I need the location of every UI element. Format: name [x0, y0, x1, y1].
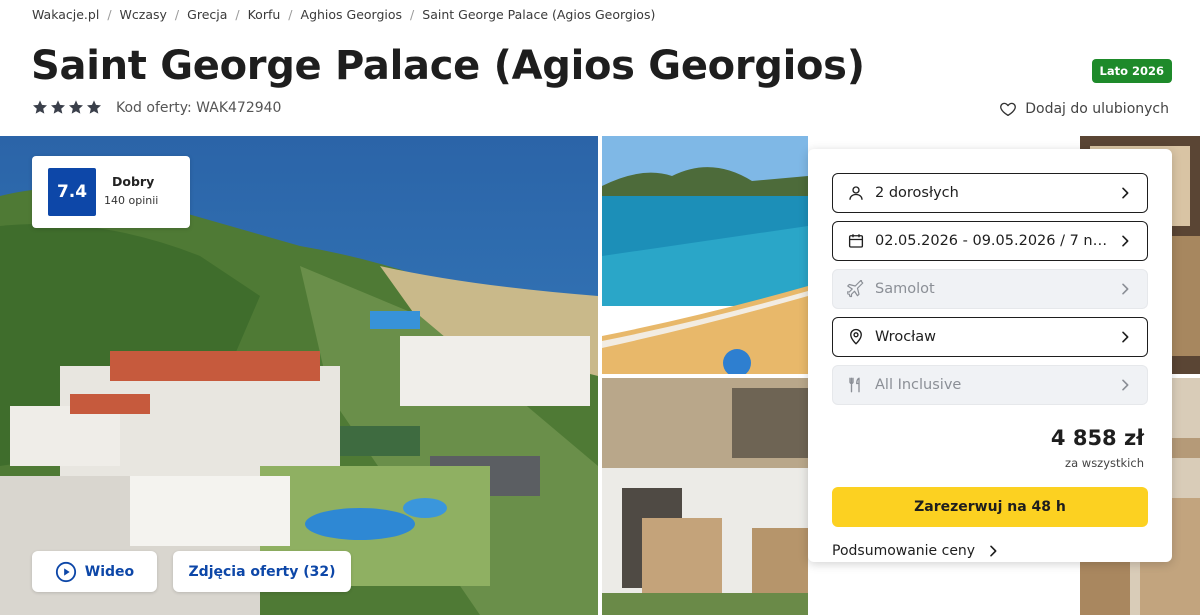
calendar-icon — [848, 234, 864, 248]
star-icon — [87, 100, 101, 114]
transport-value: Samolot — [875, 281, 935, 297]
breadcrumb-item-korfu[interactable]: Korfu — [248, 7, 281, 22]
apartment-photo[interactable] — [602, 378, 808, 615]
chevron-right-icon — [1122, 331, 1129, 343]
beach-photo[interactable] — [602, 136, 808, 374]
play-icon — [55, 561, 76, 582]
season-badge: Lato 2026 — [1091, 59, 1172, 83]
rating-card[interactable]: 7.4 Dobry 140 opinii — [32, 156, 190, 228]
dates-select[interactable]: 02.05.2026 - 09.05.2026 / 7 nocy — [832, 221, 1148, 261]
departure-city-select[interactable]: Wrocław — [832, 317, 1148, 357]
departure-city-value: Wrocław — [875, 329, 937, 345]
reviews-count: 140 opinii — [104, 194, 159, 207]
offer-code: Kod oferty: WAK472940 — [116, 100, 282, 116]
hotel-stars — [32, 99, 102, 115]
breadcrumb-item-grecja[interactable]: Grecja — [187, 7, 227, 22]
rating-label: Dobry — [112, 174, 155, 189]
chevron-right-icon — [1122, 283, 1129, 295]
offer-photos-button[interactable]: Zdjęcia oferty (32) — [173, 551, 351, 592]
star-icon — [51, 100, 65, 114]
location-pin-icon — [850, 328, 862, 345]
breadcrumb-item-wakacje[interactable]: Wakacje.pl — [32, 7, 99, 22]
breadcrumb-separator: / — [107, 6, 112, 22]
breadcrumb-separator: / — [235, 6, 240, 22]
total-price: 4 858 zł — [1050, 426, 1144, 450]
price-summary-link[interactable]: Podsumowanie ceny — [832, 543, 1001, 559]
plane-icon — [847, 280, 864, 298]
heart-icon — [1000, 102, 1017, 117]
chevron-right-icon — [1122, 379, 1129, 391]
video-button[interactable]: Wideo — [32, 551, 157, 592]
star-icon — [33, 100, 47, 114]
star-icon — [69, 100, 83, 114]
breadcrumb-separator: / — [288, 6, 293, 22]
add-to-favorites-label: Dodaj do ulubionych — [1025, 101, 1169, 117]
chevron-right-icon — [1122, 235, 1129, 247]
transport-select[interactable]: Samolot — [832, 269, 1148, 309]
chevron-right-icon — [990, 545, 997, 557]
breadcrumb-item-aghios-georgios[interactable]: Aghios Georgios — [301, 7, 403, 22]
price-summary-label: Podsumowanie ceny — [832, 543, 976, 559]
book-button[interactable]: Zarezerwuj na 48 h — [832, 487, 1148, 527]
board-type-select[interactable]: All Inclusive — [832, 365, 1148, 405]
main-hotel-photo[interactable]: 7.4 Dobry 140 opinii Wideo Zdjęcia ofert… — [0, 136, 598, 615]
board-type-value: All Inclusive — [875, 377, 962, 393]
breadcrumb-item-wczasy[interactable]: Wczasy — [120, 7, 167, 22]
cutlery-icon — [849, 377, 860, 393]
dates-value: 02.05.2026 - 09.05.2026 / 7 nocy — [875, 233, 1109, 249]
travelers-value: 2 dorosłych — [875, 185, 959, 201]
travelers-select[interactable]: 2 dorosłych — [832, 173, 1148, 213]
price-note: za wszystkich — [1065, 456, 1144, 470]
rating-score: 7.4 — [48, 168, 96, 216]
page-title: Saint George Palace (Agios Georgios) — [31, 43, 865, 89]
breadcrumb-item-current: Saint George Palace (Agios Georgios) — [422, 6, 656, 22]
breadcrumb-separator: / — [174, 6, 180, 22]
breadcrumb: Wakacje.pl / Wczasy / Grecja / Korfu / A… — [32, 6, 655, 22]
add-to-favorites-button[interactable]: Dodaj do ulubionych — [999, 100, 1169, 118]
breadcrumb-separator: / — [410, 6, 415, 22]
person-icon — [849, 186, 863, 200]
booking-panel: 2 dorosłych 02.05.2026 - 09.05.2026 / 7 … — [808, 149, 1172, 562]
chevron-right-icon — [1122, 187, 1129, 199]
video-button-label: Wideo — [84, 563, 135, 580]
